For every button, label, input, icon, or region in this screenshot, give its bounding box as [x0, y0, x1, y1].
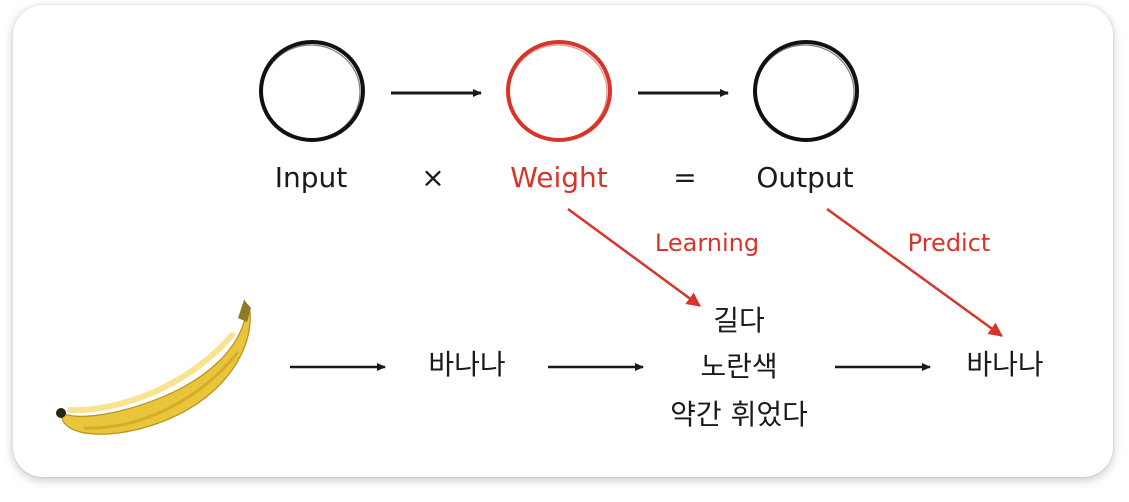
feature-item-1: 길다	[713, 304, 765, 337]
output-korean-label: 바나나	[966, 348, 1044, 381]
learning-arrow	[567, 207, 701, 308]
weight-label: Weight	[510, 161, 608, 194]
equals-symbol: =	[673, 161, 697, 194]
times-symbol: ×	[421, 161, 445, 194]
input-node-circle	[259, 40, 365, 142]
weight-node-circle	[506, 40, 612, 142]
output-label: Output	[756, 161, 854, 194]
input-label: Input	[274, 161, 348, 194]
learning-annotation: Learning	[654, 229, 760, 257]
feature-item-3: 약간 휘었다	[670, 398, 808, 431]
banana-icon	[56, 299, 251, 435]
predict-annotation: Predict	[907, 229, 991, 257]
input-korean-label: 바나나	[428, 348, 506, 381]
output-node-circle	[753, 40, 859, 142]
feature-item-2: 노란색	[700, 350, 778, 383]
